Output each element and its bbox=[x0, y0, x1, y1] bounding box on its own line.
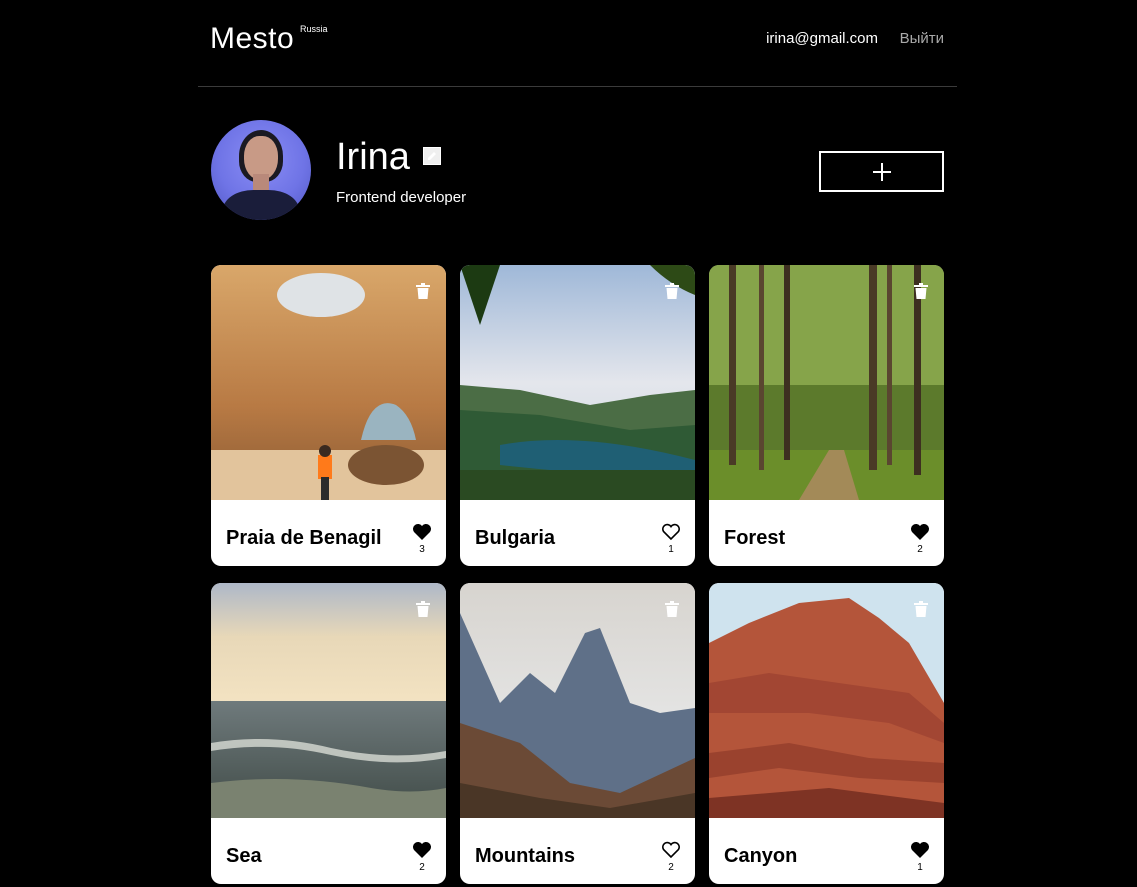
like-button[interactable] bbox=[412, 523, 432, 541]
card: Bulgaria 1 bbox=[460, 265, 695, 566]
card-image[interactable] bbox=[709, 265, 944, 500]
user-email: irina@gmail.com bbox=[766, 30, 878, 47]
like-count: 2 bbox=[419, 862, 425, 873]
edit-profile-button[interactable] bbox=[423, 147, 441, 165]
card-title: Bulgaria bbox=[475, 527, 556, 549]
plus-icon bbox=[873, 163, 891, 181]
page: Mesto Russia irina@gmail.com Выйти Irina… bbox=[0, 0, 1137, 887]
like-button[interactable] bbox=[661, 841, 681, 859]
logo-text: Mesto bbox=[210, 22, 295, 55]
like-button[interactable] bbox=[412, 841, 432, 859]
card-title: Forest bbox=[724, 527, 786, 549]
like-count: 2 bbox=[917, 544, 923, 555]
logout-link[interactable]: Выйти bbox=[900, 30, 944, 47]
trash-icon[interactable] bbox=[914, 601, 928, 617]
trash-icon[interactable] bbox=[416, 601, 430, 617]
card-title: Sea bbox=[226, 845, 262, 867]
card: Mountains 2 bbox=[460, 583, 695, 884]
like-button[interactable] bbox=[661, 523, 681, 541]
card-image[interactable] bbox=[709, 583, 944, 818]
like-count: 3 bbox=[419, 544, 425, 555]
card: Forest 2 bbox=[709, 265, 944, 566]
card: Canyon 1 bbox=[709, 583, 944, 884]
avatar[interactable] bbox=[211, 120, 311, 220]
card-image[interactable] bbox=[460, 583, 695, 818]
logo-superscript: Russia bbox=[300, 24, 328, 34]
card-image[interactable] bbox=[211, 265, 446, 500]
trash-icon[interactable] bbox=[665, 283, 679, 299]
card: Praia de Benagil 3 bbox=[211, 265, 446, 566]
header: Mesto Russia irina@gmail.com Выйти bbox=[198, 0, 957, 87]
card-image[interactable] bbox=[211, 583, 446, 818]
trash-icon[interactable] bbox=[416, 283, 430, 299]
like-button[interactable] bbox=[910, 523, 930, 541]
add-card-button[interactable] bbox=[819, 151, 944, 192]
trash-icon[interactable] bbox=[665, 601, 679, 617]
card-title: Praia de Benagil bbox=[226, 527, 382, 549]
profile-about: Frontend developer bbox=[336, 189, 467, 206]
like-count: 1 bbox=[917, 862, 923, 873]
card-title: Mountains bbox=[475, 845, 575, 867]
trash-icon[interactable] bbox=[914, 283, 928, 299]
pencil-icon bbox=[428, 152, 436, 160]
like-count: 1 bbox=[668, 544, 674, 555]
logo[interactable]: Mesto Russia bbox=[210, 22, 328, 62]
card: Sea 2 bbox=[211, 583, 446, 884]
card-title: Canyon bbox=[724, 845, 798, 867]
like-button[interactable] bbox=[910, 841, 930, 859]
card-image[interactable] bbox=[460, 265, 695, 500]
profile-name: Irina bbox=[336, 136, 410, 178]
like-count: 2 bbox=[668, 862, 674, 873]
